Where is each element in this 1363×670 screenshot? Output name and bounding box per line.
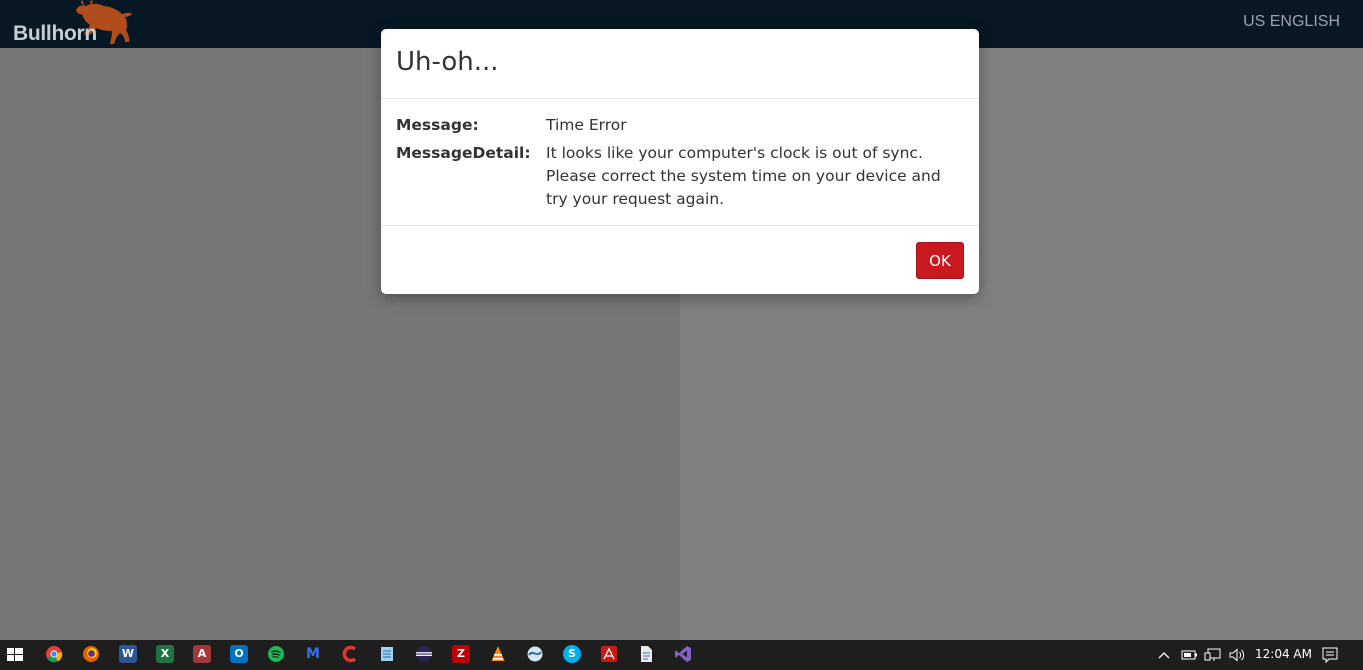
battery-icon[interactable] bbox=[1180, 640, 1198, 670]
network-icon[interactable] bbox=[1204, 640, 1222, 670]
notepad-icon[interactable] bbox=[378, 645, 396, 663]
message-value: Time Error bbox=[546, 116, 627, 134]
message-detail-label: MessageDetail: bbox=[396, 144, 531, 162]
dialog-header: Uh-oh... bbox=[381, 29, 979, 99]
show-hidden-icons-chevron-icon[interactable] bbox=[1156, 640, 1172, 670]
chrome-icon[interactable] bbox=[45, 645, 63, 663]
windows-taskbar: W X A O M Z S 12:04 AM bbox=[0, 640, 1363, 670]
acrobat-icon[interactable] bbox=[600, 645, 618, 663]
volume-icon[interactable] bbox=[1228, 640, 1246, 670]
message-detail-value: It looks like your computer's clock is o… bbox=[546, 144, 941, 208]
vlc-icon[interactable] bbox=[489, 645, 507, 663]
ok-button[interactable]: OK bbox=[916, 242, 964, 279]
excel-icon[interactable]: X bbox=[156, 645, 174, 663]
error-dialog: Uh-oh... Message: Time Error MessageDeta… bbox=[381, 29, 979, 294]
firefox-icon[interactable] bbox=[82, 645, 100, 663]
taskbar-clock[interactable]: 12:04 AM bbox=[1255, 647, 1312, 661]
dialog-title: Uh-oh... bbox=[396, 47, 499, 77]
browser-icon[interactable] bbox=[526, 645, 544, 663]
logo-text: Bullhorn bbox=[13, 22, 97, 45]
ccleaner-icon[interactable] bbox=[341, 645, 359, 663]
dialog-body: Message: Time Error MessageDetail: It lo… bbox=[381, 100, 979, 226]
visual-studio-icon[interactable] bbox=[674, 645, 692, 663]
access-icon[interactable]: A bbox=[193, 645, 211, 663]
document-icon[interactable] bbox=[637, 645, 655, 663]
spotify-icon[interactable] bbox=[267, 645, 285, 663]
dialog-footer: OK bbox=[381, 226, 979, 294]
skype-icon[interactable]: S bbox=[563, 645, 581, 663]
message-label: Message: bbox=[396, 116, 479, 134]
filezilla-icon[interactable]: Z bbox=[452, 645, 470, 663]
windows-start-icon[interactable] bbox=[0, 640, 30, 670]
word-icon[interactable]: W bbox=[119, 645, 137, 663]
bullhorn-logo[interactable]: Bullhorn bbox=[6, 0, 136, 48]
malwarebytes-icon[interactable]: M bbox=[304, 645, 322, 663]
language-selector[interactable]: US ENGLISH bbox=[1243, 13, 1340, 31]
action-center-icon[interactable] bbox=[1320, 640, 1340, 670]
eclipse-icon[interactable] bbox=[415, 645, 433, 663]
outlook-icon[interactable]: O bbox=[230, 645, 248, 663]
